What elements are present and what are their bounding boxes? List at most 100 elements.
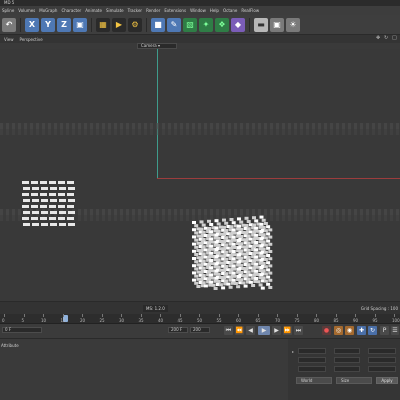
menu-item-animate[interactable]: Animate — [85, 8, 102, 13]
clone-instance — [222, 218, 226, 222]
clone-instance — [216, 244, 221, 247]
render-region-icon[interactable]: ▦ — [96, 17, 110, 32]
menu-item-octane[interactable]: Octane — [223, 8, 237, 13]
clone-instance — [261, 276, 266, 280]
size-mode-dropdown[interactable]: Size — [336, 377, 372, 384]
clone-instance — [222, 233, 226, 236]
array-icon[interactable]: ✦ — [199, 17, 213, 32]
clone-instance — [259, 230, 264, 233]
menu-item-volumes[interactable]: Volumes — [18, 8, 35, 13]
clone-instance — [263, 258, 268, 261]
clone-instance — [222, 247, 226, 251]
record-button[interactable]: ● — [322, 326, 331, 335]
next-key-button[interactable]: ⏩ — [283, 326, 292, 335]
more-key-button[interactable]: ☰ — [391, 326, 399, 335]
menu-item-tracker[interactable]: Tracker — [128, 8, 142, 13]
start-frame-field[interactable]: 0 F — [2, 327, 42, 333]
floor-icon[interactable]: ▬ — [254, 17, 268, 32]
timeline-tick-label: 45 — [177, 318, 183, 323]
next-frame-button[interactable]: ▶ — [272, 326, 281, 335]
coordinate-system-icon[interactable]: ▣ — [73, 17, 87, 32]
rotation-h-field[interactable] — [368, 348, 396, 354]
menu-item-extensions[interactable]: Extensions — [164, 8, 186, 13]
end-frame-field[interactable]: 200 F — [168, 327, 188, 333]
maximize-view-icon[interactable]: □ — [392, 36, 397, 41]
move-view-icon[interactable]: ✥ — [376, 36, 381, 41]
goto-end-button[interactable]: ⏭ — [294, 326, 303, 335]
camera-icon[interactable]: ▣ — [270, 17, 284, 32]
clone-instance — [50, 199, 57, 202]
cloner-icon[interactable]: ❖ — [215, 17, 229, 32]
menu-item-help[interactable]: Help — [210, 8, 219, 13]
viewport-menu-perspective[interactable]: Perspective — [20, 37, 43, 42]
menu-item-spline[interactable]: Spline — [2, 8, 14, 13]
size-z-field[interactable] — [334, 366, 360, 372]
clone-instance — [194, 224, 199, 228]
play-button[interactable]: ▶ — [258, 326, 270, 335]
undo-icon[interactable]: ↶ — [2, 17, 16, 32]
position-z-field[interactable] — [298, 366, 326, 372]
size-y-field[interactable] — [334, 357, 360, 363]
prev-frame-button[interactable]: ◀ — [246, 326, 255, 335]
pen-icon[interactable]: ✎ — [167, 17, 181, 32]
size-x-field[interactable] — [334, 348, 360, 354]
timeline-tick — [160, 314, 161, 317]
clone-instance — [246, 248, 251, 252]
menu-item-simulate[interactable]: Simulate — [106, 8, 124, 13]
clone-instance — [258, 283, 263, 287]
goto-start-button[interactable]: ⏮ — [224, 326, 233, 335]
timeline-ruler[interactable]: 0 5 10 15 20 25 30 35 40 45 50 55 60 65 70 75 80 85 90 95 10… — [0, 314, 400, 324]
position-y-field[interactable] — [298, 357, 326, 363]
clone-instance — [213, 287, 218, 290]
clone-instance — [214, 226, 219, 230]
clone-instance — [207, 234, 211, 238]
clone-instance — [50, 187, 57, 190]
viewport-menu-view[interactable]: View — [4, 37, 14, 42]
menu-item-character[interactable]: Character — [61, 8, 81, 13]
light-icon[interactable]: ☀ — [286, 17, 300, 32]
timeline-tick-label: 5 — [21, 318, 25, 323]
coordinate-space-dropdown[interactable]: World — [296, 377, 332, 384]
deformer-icon[interactable]: ◆ — [231, 17, 245, 32]
menu-item-mograph[interactable]: MoGraph — [39, 8, 57, 13]
clone-instance — [252, 266, 256, 270]
rotation-p-field[interactable] — [368, 357, 396, 363]
z-axis-icon[interactable]: Z — [57, 17, 71, 32]
clone-instance — [207, 277, 211, 281]
menu-item-realflow[interactable]: RealFlow — [241, 8, 259, 13]
timeline-tick-label: 75 — [294, 318, 300, 323]
autokey-button[interactable]: ◎ — [334, 326, 343, 335]
position-x-field[interactable] — [298, 348, 326, 354]
clone-instance — [252, 252, 256, 256]
clone-instance — [261, 218, 266, 222]
menu-item-window[interactable]: Window — [190, 8, 206, 13]
clone-instance — [256, 280, 261, 284]
clone-instance — [237, 217, 241, 221]
menu-item-render[interactable]: Render — [146, 8, 160, 13]
position-key-button[interactable]: ✚ — [357, 326, 366, 335]
rotation-key-button[interactable]: ↻ — [368, 326, 377, 335]
clone-instance — [32, 199, 39, 202]
param-key-button[interactable]: P — [380, 326, 389, 335]
clone-instance — [199, 220, 204, 224]
timeline-tick-label: 55 — [216, 318, 222, 323]
rotation-b-field[interactable] — [368, 366, 396, 372]
clone-instance — [67, 217, 74, 220]
clone-instance — [67, 205, 74, 208]
keyframe-selection-button[interactable]: ◉ — [345, 326, 354, 335]
toolbar-separator — [91, 17, 92, 32]
subdivision-icon[interactable]: ▧ — [183, 17, 197, 32]
max-frame-field[interactable]: 200 — [190, 327, 210, 333]
render-view-icon[interactable]: ▶ — [112, 17, 126, 32]
rotate-view-icon[interactable]: ↻ — [384, 36, 389, 41]
3d-viewport[interactable] — [0, 49, 400, 301]
x-axis-icon[interactable]: X — [25, 17, 39, 32]
render-settings-icon[interactable]: ⚙ — [128, 17, 142, 32]
clone-instance — [222, 225, 226, 229]
apply-button[interactable]: Apply — [376, 377, 398, 384]
prev-key-button[interactable]: ⏪ — [235, 326, 244, 335]
clone-instance — [201, 281, 206, 285]
y-axis-icon[interactable]: Y — [41, 17, 55, 32]
cube-icon[interactable]: ■ — [151, 17, 165, 32]
clone-instance — [236, 285, 241, 289]
